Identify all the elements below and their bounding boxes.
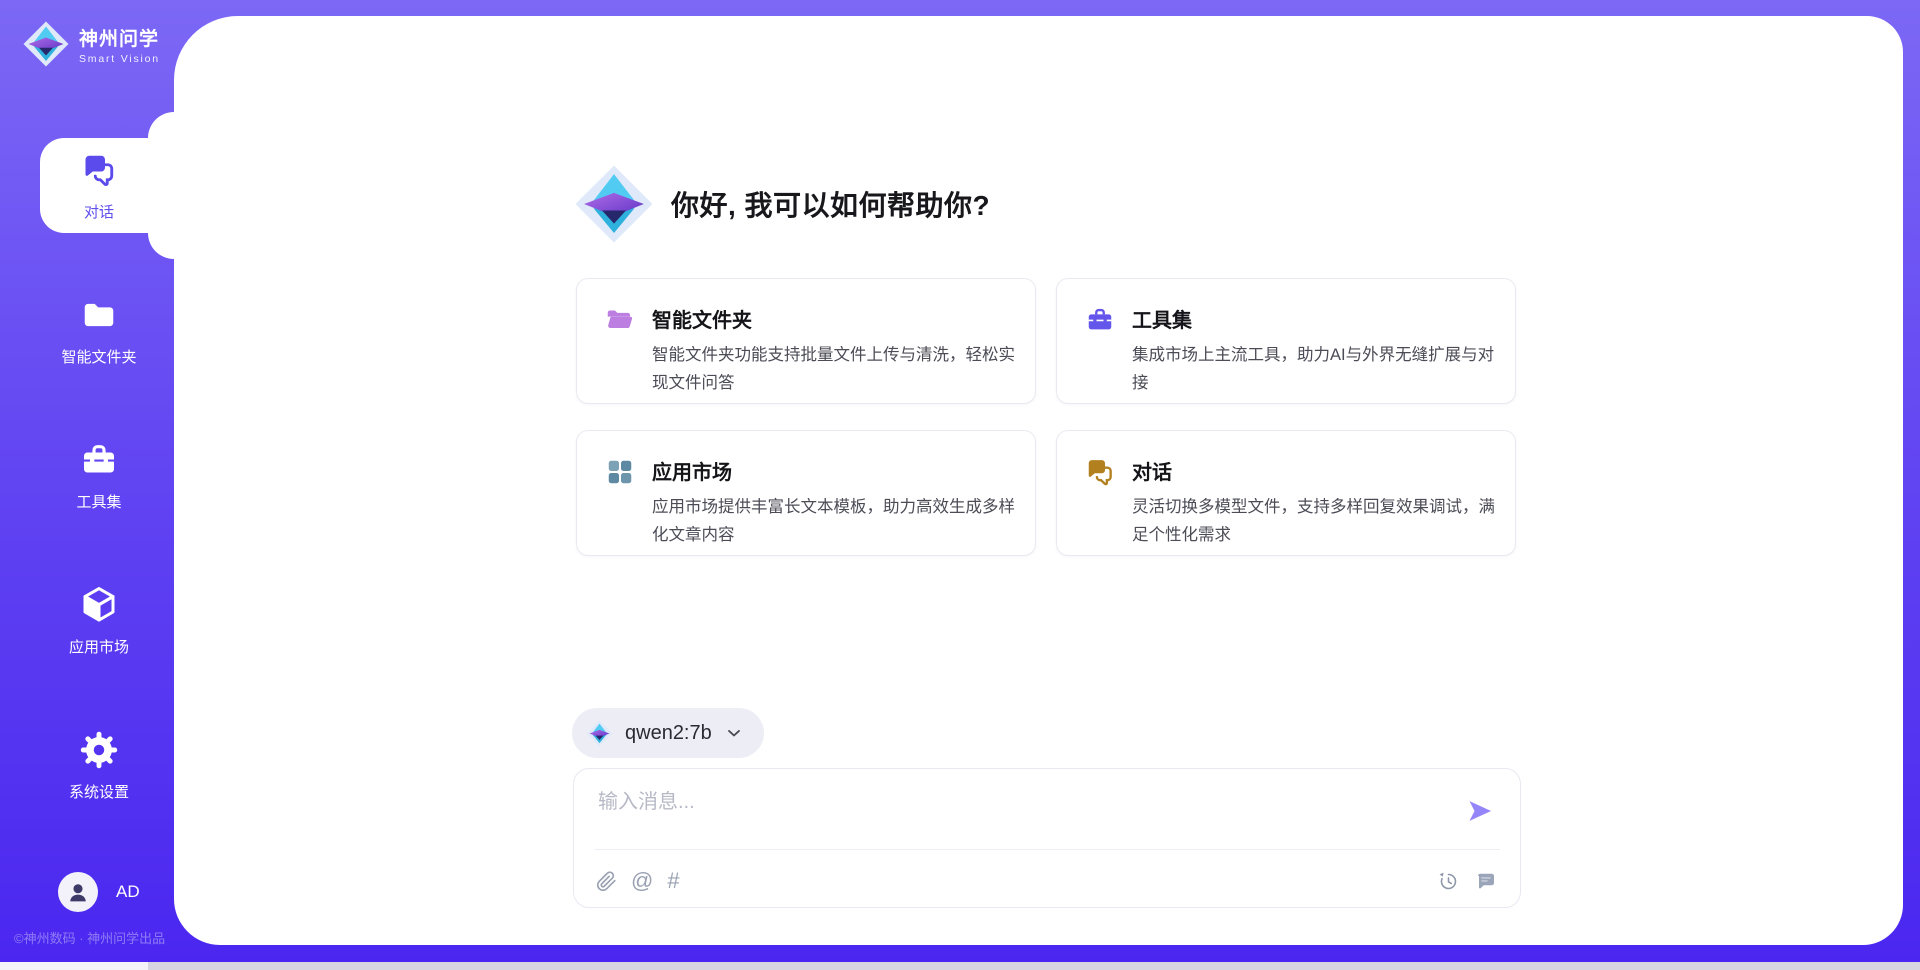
chevron-down-icon — [724, 723, 744, 743]
card-description: 灵活切换多模型文件，支持多样回复效果调试，满足个性化需求 — [1132, 493, 1510, 549]
sidebar-item-toolset[interactable]: 工具集 — [0, 428, 174, 523]
cube-icon — [78, 584, 120, 626]
chat-bubbles-icon — [1085, 457, 1115, 487]
comment-icon — [1474, 869, 1498, 893]
bottom-strip — [0, 962, 1920, 970]
card-body: 智能文件夹 智能文件夹功能支持批量文件上传与清洗，轻松实现文件问答 — [652, 304, 1030, 403]
sidebar-item-label: 智能文件夹 — [61, 346, 136, 367]
send-button[interactable] — [1466, 797, 1494, 825]
folder-icon — [80, 294, 118, 336]
composer-divider — [594, 849, 1500, 850]
copyright: ©神州数码 · 神州问学出品 — [14, 928, 165, 947]
card-toolset[interactable]: 工具集 集成市场上主流工具，助力AI与外界无缝扩展与对接 — [1056, 278, 1516, 404]
card-title: 对话 — [1132, 456, 1510, 485]
main-panel: 你好, 我可以如何帮助你? 智能文件夹 智能文件夹功能支持批量文件上传与清洗，轻… — [174, 16, 1903, 945]
message-input[interactable] — [598, 785, 1454, 845]
model-selector[interactable]: qwen2:7b — [572, 708, 764, 758]
sidebar-item-chat[interactable]: 对话 — [0, 138, 174, 233]
folder-open-icon — [605, 305, 635, 335]
hash-button[interactable]: # — [667, 870, 679, 892]
greeting: 你好, 我可以如何帮助你? — [573, 163, 990, 245]
assistant-diamond-icon — [573, 163, 655, 245]
model-name: qwen2:7b — [625, 722, 712, 745]
card-body: 工具集 集成市场上主流工具，助力AI与外界无缝扩展与对接 — [1132, 304, 1510, 403]
card-smart-folder[interactable]: 智能文件夹 智能文件夹功能支持批量文件上传与清洗，轻松实现文件问答 — [576, 278, 1036, 404]
person-icon — [65, 879, 91, 905]
brand-subtitle: Smart Vision — [79, 53, 160, 65]
gear-icon — [78, 729, 120, 771]
card-description: 应用市场提供丰富长文本模板，助力高效生成多样化文章内容 — [652, 493, 1030, 549]
diamond-logo-icon — [22, 20, 70, 68]
card-description: 智能文件夹功能支持批量文件上传与清洗，轻松实现文件问答 — [652, 341, 1030, 397]
diamond-logo-icon — [586, 720, 613, 747]
mention-button[interactable]: @ — [631, 870, 653, 892]
composer-toolbar: @ # — [596, 865, 1498, 897]
user-account[interactable]: AD — [58, 872, 140, 912]
send-icon — [1466, 797, 1494, 825]
tab-fillet-bottom — [148, 233, 174, 259]
card-app-market[interactable]: 应用市场 应用市场提供丰富长文本模板，助力高效生成多样化文章内容 — [576, 430, 1036, 556]
card-body: 对话 灵活切换多模型文件，支持多样回复效果调试，满足个性化需求 — [1132, 456, 1510, 555]
brand-logo: 神州问学 Smart Vision — [22, 20, 160, 68]
grid-icon — [605, 457, 635, 487]
attach-button[interactable] — [596, 871, 617, 892]
sidebar-item-label: 应用市场 — [69, 636, 129, 657]
brand-name: 神州问学 — [79, 24, 160, 51]
bottom-strip-left — [0, 962, 148, 970]
history-button[interactable] — [1437, 870, 1460, 893]
user-name: AD — [116, 882, 140, 902]
sidebar-item-label: 工具集 — [76, 491, 121, 512]
toolbox-icon — [79, 439, 119, 481]
composer-tools-left: @ # — [596, 870, 680, 892]
comment-button[interactable] — [1474, 869, 1498, 893]
sidebar-item-label: 对话 — [84, 201, 114, 222]
sidebar-item-smart-folder[interactable]: 智能文件夹 — [0, 283, 174, 378]
card-title: 工具集 — [1132, 304, 1510, 333]
sidebar-item-settings[interactable]: 系统设置 — [0, 718, 174, 813]
hash-icon: # — [667, 868, 679, 893]
history-icon — [1437, 870, 1460, 893]
toolbox-icon — [1085, 305, 1115, 335]
card-body: 应用市场 应用市场提供丰富长文本模板，助力高效生成多样化文章内容 — [652, 456, 1030, 555]
feature-cards: 智能文件夹 智能文件夹功能支持批量文件上传与清洗，轻松实现文件问答 工具集 集成… — [576, 278, 1520, 556]
sidebar-nav: 对话 智能文件夹 工具集 — [0, 138, 174, 863]
greeting-title: 你好, 我可以如何帮助你? — [671, 184, 990, 224]
composer: @ # — [573, 768, 1521, 908]
sidebar-item-label: 系统设置 — [69, 781, 129, 802]
brand-text: 神州问学 Smart Vision — [79, 24, 160, 65]
card-title: 应用市场 — [652, 456, 1030, 485]
paperclip-icon — [596, 871, 617, 892]
composer-tools-right — [1437, 869, 1498, 893]
mention-icon: @ — [631, 868, 653, 893]
card-chat[interactable]: 对话 灵活切换多模型文件，支持多样回复效果调试，满足个性化需求 — [1056, 430, 1516, 556]
chat-bubbles-icon — [81, 149, 117, 191]
tab-fillet-top — [148, 112, 174, 138]
sidebar: 神州问学 Smart Vision 对话 智能文件夹 — [0, 0, 174, 970]
sidebar-item-app-market[interactable]: 应用市场 — [0, 573, 174, 668]
card-title: 智能文件夹 — [652, 304, 1030, 333]
card-description: 集成市场上主流工具，助力AI与外界无缝扩展与对接 — [1132, 341, 1510, 397]
avatar — [58, 872, 98, 912]
